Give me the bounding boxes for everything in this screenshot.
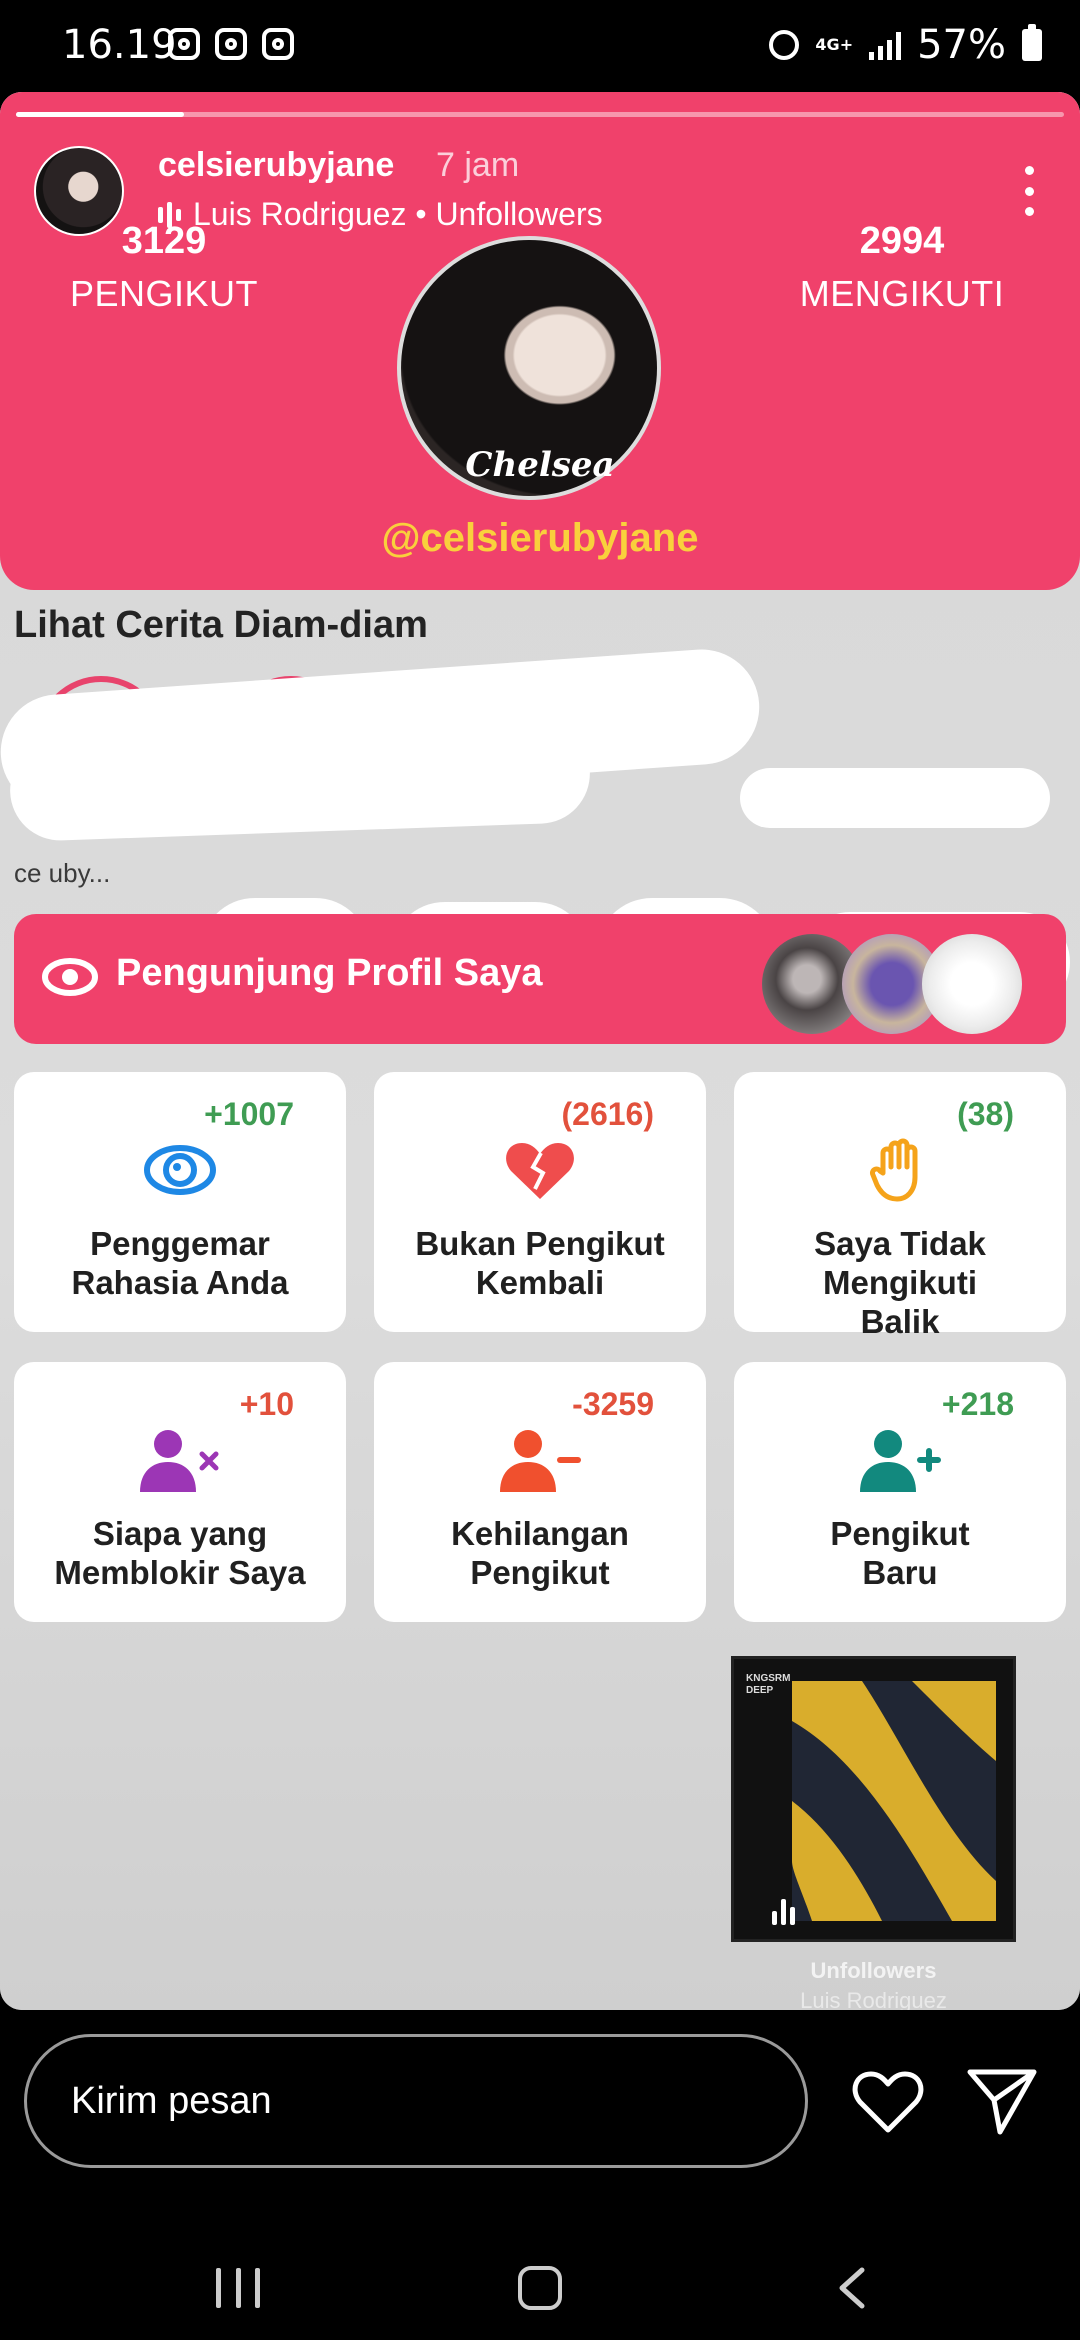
music-sticker[interactable]: KNGSRM DEEP [731,1656,1016,1942]
album-art [792,1681,996,1921]
profile-visitors-label: Pengunjung Profil Saya [116,952,543,994]
more-options-icon[interactable] [1022,166,1036,216]
home-icon[interactable] [518,2266,562,2310]
card-count: (2616) [561,1096,655,1132]
eye-icon [14,1138,346,1202]
story-item-label: ce uby... [14,858,111,888]
instagram-notification-icon [262,28,294,60]
like-heart-icon[interactable] [852,2070,924,2134]
card-label: Penggemar Rahasia Anda [71,1225,289,1301]
story-time-ago: 7 jam [436,146,520,184]
status-bar: 16.19 4G+ 57% [0,0,1080,90]
card-label: Bukan Pengikut Kembali [415,1225,665,1301]
card-label: Pengikut Baru [830,1515,970,1591]
send-message-input[interactable]: Kirim pesan [24,2034,808,2168]
song-artist: Luis Rodriguez [800,1988,947,2010]
signal-icon [869,30,902,60]
story-username[interactable]: celsierubyjane [158,146,394,185]
send-icon[interactable] [966,2066,1038,2136]
status-time: 16.19 [62,22,177,68]
alarm-icon [769,30,800,60]
card-secret-admirers[interactable]: +1007 Penggemar Rahasia Anda [14,1072,346,1332]
card-count: -3259 [572,1386,654,1422]
user-block-icon [14,1428,346,1492]
instagram-notification-icon [215,28,247,60]
song-title: Unfollowers [810,1958,937,1983]
story-progress-fill [16,112,184,117]
broken-heart-icon [374,1138,706,1202]
card-who-blocked-me[interactable]: +10 Siapa yang Memblokir Saya [14,1362,346,1622]
story-progress-bar [16,112,1064,117]
story-author-avatar[interactable] [34,146,124,236]
following-stat: 2994 MENGIKUTI [772,220,1032,315]
redaction-mark [740,768,1050,828]
redaction-mark [8,721,592,843]
battery-icon [1022,24,1042,61]
card-i-dont-follow-back[interactable]: (38) Saya Tidak Mengikuti Balik [734,1072,1066,1340]
recent-apps-icon[interactable] [216,2268,260,2308]
user-minus-icon [374,1428,706,1492]
music-bars-icon [772,1895,795,1925]
card-label: Saya Tidak Mengikuti Balik [814,1225,986,1340]
instagram-notification-icon [168,28,200,60]
card-count: +218 [941,1386,1014,1422]
story-viewer[interactable]: 3129 PENGIKUT 2994 MENGIKUTI Chelsea @ce… [0,92,1080,2010]
card-count: +10 [239,1386,294,1422]
card-new-followers[interactable]: +218 Pengikut Baru [734,1362,1066,1622]
following-count: 2994 [859,220,945,262]
card-count: +1007 [204,1096,294,1132]
following-label: MENGIKUTI [799,273,1005,314]
battery-percent: 57% [917,22,1006,68]
card-lost-followers[interactable]: -3259 Kehilangan Pengikut [374,1362,706,1622]
display-name: Chelsea [465,445,615,485]
card-not-following-back[interactable]: (2616) Bukan Pengikut Kembali [374,1072,706,1332]
album-tag: KNGSRM DEEP [746,1673,791,1696]
card-label: Siapa yang Memblokir Saya [54,1515,306,1591]
stories-section-title: Lihat Cerita Diam-diam [14,604,428,646]
profile-visitors-button[interactable]: Pengunjung Profil Saya [14,914,1066,1044]
user-plus-icon [734,1428,1066,1492]
story-music-attribution[interactable]: Luis Rodriguez • Unfollowers [158,196,603,233]
card-count: (38) [957,1096,1014,1132]
music-bars-icon [158,201,181,229]
status-indicators: 4G+ 57% [769,22,1042,68]
profile-handle: @celsierubyjane [381,516,699,560]
followers-label: PENGIKUT [69,273,259,314]
network-type: 4G+ [815,35,854,54]
hand-icon [734,1138,1066,1202]
navigation-bar [0,2200,1080,2340]
eye-icon [42,958,98,996]
visitor-avatar [922,934,1022,1034]
story-music-text: Luis Rodriguez • Unfollowers [193,196,603,232]
card-label: Kehilangan Pengikut [451,1515,629,1591]
back-icon[interactable] [832,2266,876,2310]
